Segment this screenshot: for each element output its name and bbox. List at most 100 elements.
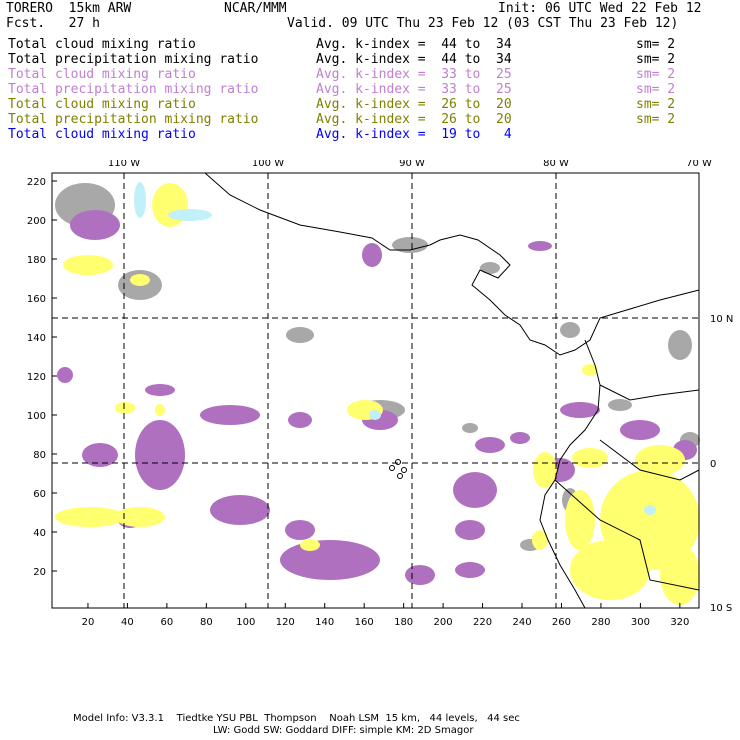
left-axis-tick-label: 180 (27, 255, 46, 266)
bottom-axis-tick-label: 80 (200, 617, 213, 628)
purple-cloud-area (528, 241, 552, 251)
gray-cloud-area (286, 327, 314, 343)
model-info-line2: LW: Godd SW: Goddard DIFF: simple KM: 2D… (213, 725, 474, 736)
left-axis-tick-label: 200 (27, 216, 46, 227)
right-latitude-label: 10 S (710, 603, 732, 614)
purple-cloud-area (210, 495, 270, 525)
legend-sm: sm= 2 (636, 37, 676, 52)
legend-range: Avg. k-index = 26 to 20 (316, 112, 512, 127)
purple-cloud-area (510, 432, 530, 444)
legend-sm: sm= 2 (636, 82, 676, 97)
left-axis-tick-label: 160 (27, 294, 46, 305)
coastline (204, 172, 700, 356)
model-name: TORERO 15km ARW (6, 1, 132, 16)
yellow-cloud-area (565, 490, 595, 550)
purple-cloud-area (475, 437, 505, 453)
legend-field: Total cloud mixing ratio (8, 127, 196, 142)
init-time: Init: 06 UTC Wed 22 Feb 12 (498, 1, 702, 16)
galapagos-island (389, 465, 395, 471)
left-axis-tick-label: 100 (27, 411, 46, 422)
legend-sm: sm= 2 (636, 97, 676, 112)
top-longitude-label: 80 W (543, 160, 569, 169)
gray-cloud-area (608, 399, 632, 411)
legend-range: Avg. k-index = 33 to 25 (316, 67, 512, 82)
map-plot: 110 W 100 W 90 W 80 W 70 W 10 N 0 10 S 20 40 60 80 1… (27, 160, 733, 628)
forecast-hour: Fcst. 27 h (6, 16, 100, 31)
top-longitude-label: 100 W (252, 160, 284, 169)
legend-sm: sm= 2 (636, 112, 676, 127)
legend-range: Avg. k-index = 44 to 34 (316, 37, 512, 52)
yellow-cloud-area (115, 507, 165, 527)
legend-field: Total cloud mixing ratio (8, 97, 196, 112)
valid-time: Valid. 09 UTC Thu 23 Feb 12 (03 CST Thu … (287, 16, 679, 31)
left-axis-tick-label: 80 (33, 450, 46, 461)
right-latitude-label: 0 (710, 459, 716, 470)
purple-cloud-area (453, 472, 497, 508)
bottom-axis-tick-label: 60 (161, 617, 174, 628)
purple-cloud-area (200, 405, 260, 425)
yellow-cloud-area (115, 402, 135, 414)
legend-range: Avg. k-index = 26 to 20 (316, 97, 512, 112)
yellow-cloud-area (130, 274, 150, 286)
legend-field: Total precipitation mixing ratio (8, 82, 259, 97)
bottom-axis-tick-label: 200 (434, 617, 453, 628)
bottom-axis-tick-label: 240 (512, 617, 531, 628)
bottom-axis-tick-label: 120 (276, 617, 295, 628)
purple-cloud-area (455, 520, 485, 540)
left-axis-tick-label: 40 (33, 528, 46, 539)
bottom-axis-tick-label: 100 (236, 617, 255, 628)
galapagos-island (395, 459, 401, 465)
bottom-axis-tick-label: 300 (631, 617, 650, 628)
purple-cloud-area (362, 243, 382, 267)
right-latitude-label: 10 N (710, 314, 733, 325)
gray-cloud-area (668, 330, 692, 360)
yellow-cloud-area (572, 448, 608, 468)
left-axis-tick-label: 220 (27, 177, 46, 188)
yellow-cloud-area (63, 255, 113, 275)
lightblue-cloud-area (168, 209, 212, 221)
gray-cloud-area (480, 262, 500, 274)
legend-sm: sm= 2 (636, 52, 676, 67)
weather-chart: TORERO 15km ARW NCAR/MMM Init: 06 UTC We… (0, 0, 740, 740)
bottom-axis-tick-label: 260 (552, 617, 571, 628)
purple-cloud-area (280, 540, 380, 580)
lightblue-cloud-area (644, 505, 656, 515)
left-axis-tick-label: 60 (33, 489, 46, 500)
bottom-axis-tick-label: 140 (315, 617, 334, 628)
top-longitude-label: 70 W (686, 160, 712, 169)
country-border (599, 384, 700, 401)
legend-field: Total precipitation mixing ratio (8, 52, 259, 67)
gray-cloud-area (392, 237, 428, 253)
legend-sm: sm= 2 (636, 67, 676, 82)
purple-cloud-area (288, 412, 312, 428)
galapagos-island (401, 467, 407, 473)
lightblue-cloud-area (369, 410, 381, 420)
left-axis-tick-label: 20 (33, 567, 46, 578)
yellow-cloud-area (300, 539, 320, 551)
top-longitude-label: 90 W (399, 160, 425, 169)
purple-cloud-area (70, 210, 120, 240)
legend-field: Total cloud mixing ratio (8, 37, 196, 52)
purple-cloud-area (455, 562, 485, 578)
purple-cloud-area (285, 520, 315, 540)
purple-cloud-area (135, 420, 185, 490)
legend-field: Total cloud mixing ratio (8, 67, 196, 82)
legend-range: Avg. k-index = 33 to 25 (316, 82, 512, 97)
left-axis-tick-label: 120 (27, 372, 46, 383)
left-axis-tick-label: 140 (27, 333, 46, 344)
bottom-axis-tick-label: 40 (121, 617, 134, 628)
legend-range: Avg. k-index = 44 to 34 (316, 52, 512, 67)
purple-cloud-area (145, 384, 175, 396)
bottom-axis-tick-label: 320 (670, 617, 689, 628)
lightblue-cloud-area (134, 182, 146, 218)
bottom-axis-tick-label: 20 (82, 617, 95, 628)
gray-cloud-area (560, 322, 580, 338)
organization: NCAR/MMM (224, 1, 287, 16)
top-longitude-label: 110 W (108, 160, 140, 169)
purple-cloud-area (620, 420, 660, 440)
legend-field: Total precipitation mixing ratio (8, 112, 259, 127)
gray-cloud-area (462, 423, 478, 433)
purple-cloud-area (57, 367, 73, 383)
purple-cloud-area (405, 565, 435, 585)
bottom-axis-tick-label: 160 (355, 617, 374, 628)
